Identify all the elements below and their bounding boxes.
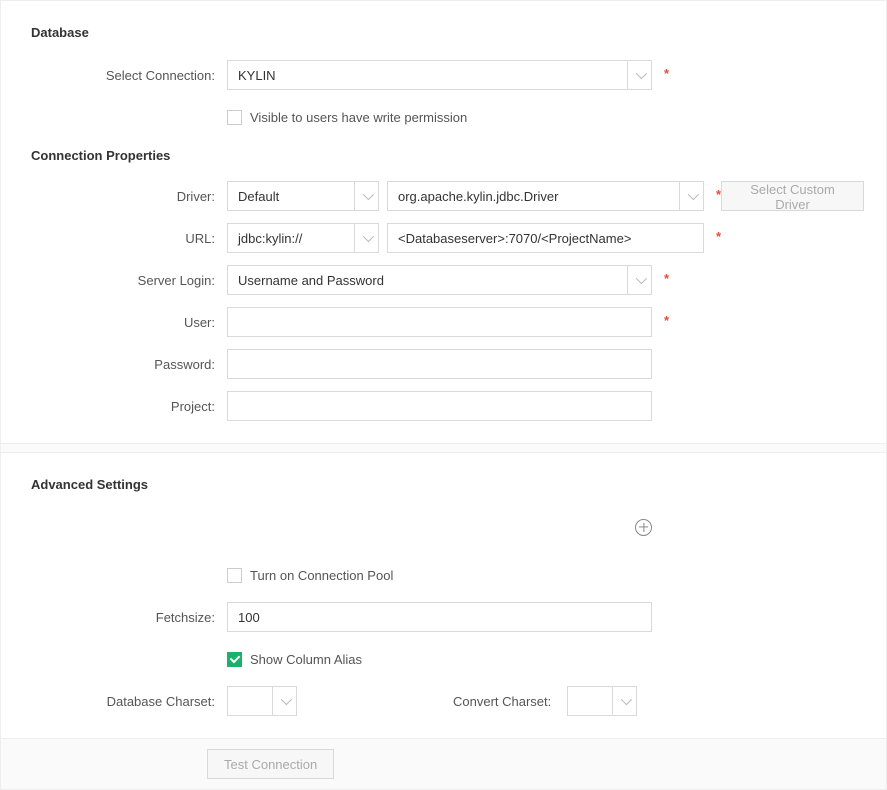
convert-charset-label: Convert Charset: (453, 694, 559, 709)
driver-label: Driver: (31, 189, 227, 204)
driver-class-value: org.apache.kylin.jdbc.Driver (388, 189, 679, 204)
required-marker: * (716, 223, 721, 244)
connection-pool-checkbox[interactable] (227, 568, 242, 583)
driver-class-dropdown[interactable]: org.apache.kylin.jdbc.Driver (387, 181, 704, 211)
visible-checkbox-label: Visible to users have write permission (250, 110, 467, 125)
driver-type-dropdown[interactable]: Default (227, 181, 379, 211)
chevron-down-icon (354, 182, 378, 210)
select-connection-dropdown[interactable]: KYLIN (227, 60, 652, 90)
fetchsize-label: Fetchsize: (31, 610, 227, 625)
fetchsize-input[interactable] (227, 602, 652, 632)
required-marker: * (664, 265, 669, 286)
convert-charset-dropdown[interactable] (567, 686, 637, 716)
project-label: Project: (31, 399, 227, 414)
select-connection-value: KYLIN (228, 68, 627, 83)
chevron-down-icon (272, 687, 296, 715)
select-custom-driver-button[interactable]: Select Custom Driver (721, 181, 864, 211)
user-label: User: (31, 315, 227, 330)
chevron-down-icon (612, 687, 636, 715)
server-login-value: Username and Password (228, 273, 627, 288)
database-section: Database Select Connection: KYLIN * Visi… (1, 1, 886, 443)
chevron-down-icon (627, 266, 651, 294)
required-marker: * (664, 60, 669, 81)
section-title-connection-properties: Connection Properties (31, 148, 856, 163)
visible-checkbox[interactable] (227, 110, 242, 125)
section-title-advanced: Advanced Settings (31, 477, 856, 492)
show-column-alias-checkbox[interactable] (227, 652, 242, 667)
driver-type-value: Default (228, 189, 354, 204)
select-connection-label: Select Connection: (31, 68, 227, 83)
advanced-section: Advanced Settings Turn on Connection Poo… (1, 453, 886, 738)
project-input[interactable] (227, 391, 652, 421)
url-label: URL: (31, 231, 227, 246)
chevron-down-icon (354, 224, 378, 252)
required-marker: * (664, 307, 669, 328)
server-login-dropdown[interactable]: Username and Password (227, 265, 652, 295)
database-charset-dropdown[interactable] (227, 686, 297, 716)
section-divider (1, 443, 886, 453)
test-connection-button[interactable]: Test Connection (207, 749, 334, 779)
plus-icon[interactable] (635, 519, 652, 536)
url-input[interactable] (387, 223, 704, 253)
url-prefix-dropdown[interactable]: jdbc:kylin:// (227, 223, 379, 253)
user-input[interactable] (227, 307, 652, 337)
server-login-label: Server Login: (31, 273, 227, 288)
password-input[interactable] (227, 349, 652, 379)
connection-pool-label: Turn on Connection Pool (250, 568, 393, 583)
chevron-down-icon (679, 182, 703, 210)
show-column-alias-label: Show Column Alias (250, 652, 362, 667)
chevron-down-icon (627, 61, 651, 89)
database-charset-label: Database Charset: (31, 694, 227, 709)
url-prefix-value: jdbc:kylin:// (228, 231, 354, 246)
password-label: Password: (31, 357, 227, 372)
footer-bar: Test Connection (1, 738, 886, 789)
section-title-database: Database (31, 25, 856, 40)
